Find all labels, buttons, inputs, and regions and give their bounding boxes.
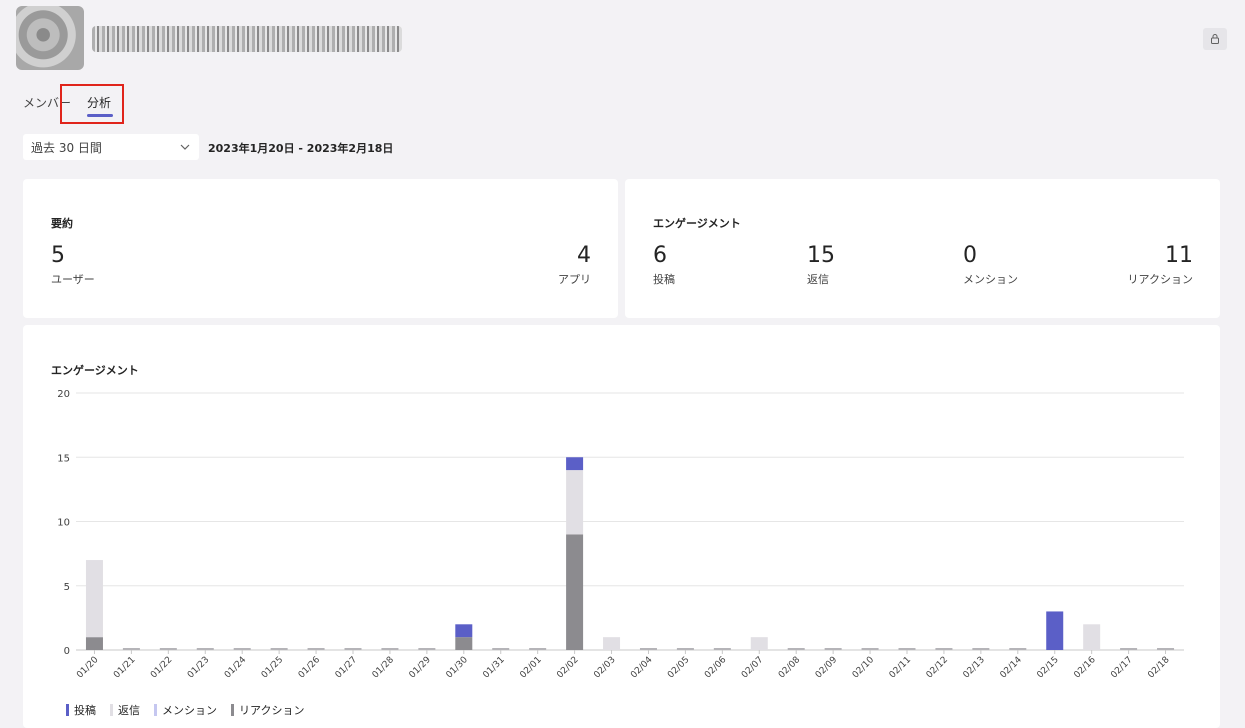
legend-reactions-label: リアクション [239, 704, 305, 717]
engagement-chart: 0 5 10 15 20 01/20 01/21 01/22 01/23 01/24 01/25 01… [57, 389, 1184, 681]
legend-reactions: リアクション [231, 702, 304, 718]
legend-replies: 返信 [110, 702, 140, 718]
legend-mentions: メンション [154, 702, 217, 718]
bar-segment [455, 624, 473, 638]
bar-empty-marker [381, 648, 399, 650]
bar-segment [1046, 611, 1064, 650]
x-tick-label: 02/07 [740, 655, 765, 680]
bar-empty-marker [270, 648, 288, 650]
x-tick-label: 02/14 [999, 655, 1025, 681]
legend-mentions-label: メンション [162, 704, 217, 717]
bar-empty-marker [1120, 648, 1138, 650]
bar-empty-marker [972, 648, 990, 650]
x-tick-label: 02/15 [1035, 655, 1060, 680]
bar-segment [85, 560, 103, 638]
bar-empty-marker [898, 648, 916, 650]
x-tick-label: 01/26 [297, 655, 323, 681]
legend-replies-swatch [110, 704, 113, 716]
x-tick-label: 01/20 [75, 655, 101, 681]
bar-empty-marker [159, 648, 177, 650]
x-tick-label: 01/21 [112, 655, 137, 680]
x-tick-label: 02/12 [925, 655, 950, 680]
bar-empty-marker [122, 648, 140, 650]
bar-segment [566, 534, 584, 650]
legend-posts: 投稿 [66, 702, 96, 718]
y-tick-label: 15 [57, 453, 70, 464]
legend-replies-label: 返信 [118, 704, 140, 717]
x-tick-label: 02/09 [814, 655, 840, 681]
x-tick-label: 02/02 [555, 655, 580, 680]
bar-empty-marker [824, 648, 842, 650]
x-tick-label: 01/31 [481, 655, 506, 680]
bar-segment [566, 470, 584, 535]
legend-reactions-swatch [231, 704, 234, 716]
bar-empty-marker [233, 648, 251, 650]
bar-segment [566, 457, 584, 471]
legend-posts-label: 投稿 [74, 704, 96, 717]
x-tick-label: 02/01 [518, 655, 543, 680]
bar-empty-marker [418, 648, 436, 650]
y-tick-label: 10 [57, 518, 70, 529]
legend-posts-swatch [66, 704, 69, 716]
x-tick-label: 01/25 [260, 655, 285, 680]
bar-empty-marker [1157, 648, 1175, 650]
x-tick-label: 01/29 [408, 655, 434, 681]
x-tick-label: 02/10 [851, 655, 877, 681]
bar-empty-marker [713, 648, 731, 650]
bar-empty-marker [639, 648, 657, 650]
x-tick-label: 01/30 [445, 655, 471, 681]
bar-empty-marker [1009, 648, 1027, 650]
bar-segment [603, 637, 621, 650]
x-tick-label: 01/28 [371, 655, 397, 681]
bar-segment [1083, 624, 1101, 650]
bar-empty-marker [861, 648, 879, 650]
x-tick-label: 02/17 [1109, 655, 1134, 680]
x-tick-label: 02/16 [1072, 655, 1098, 681]
bar-empty-marker [529, 648, 547, 650]
x-tick-label: 02/06 [703, 655, 729, 681]
bar-segment [455, 637, 473, 650]
chart-legend: 投稿 返信 メンション リアクション [66, 702, 304, 718]
x-tick-label: 02/03 [592, 655, 617, 680]
x-tick-label: 02/04 [629, 655, 655, 681]
bar-segment [750, 637, 768, 650]
x-tick-label: 02/11 [888, 655, 913, 680]
bar-empty-marker [676, 648, 694, 650]
x-tick-label: 01/24 [223, 655, 249, 681]
x-tick-label: 02/05 [666, 655, 691, 680]
x-tick-label: 02/13 [962, 655, 987, 680]
bar-empty-marker [787, 648, 805, 650]
bar-empty-marker [344, 648, 362, 650]
x-tick-label: 01/22 [149, 655, 174, 680]
y-tick-label: 0 [64, 646, 70, 657]
bar-empty-marker [196, 648, 214, 650]
y-tick-label: 5 [64, 582, 70, 593]
x-tick-label: 01/27 [334, 655, 359, 680]
bar-segment [85, 637, 103, 650]
bar-empty-marker [935, 648, 953, 650]
bar-empty-marker [307, 648, 325, 650]
x-tick-label: 02/18 [1146, 655, 1172, 681]
bar-empty-marker [492, 648, 510, 650]
x-tick-label: 01/23 [186, 655, 211, 680]
y-tick-label: 20 [57, 389, 70, 400]
legend-mentions-swatch [154, 704, 157, 716]
x-tick-label: 02/08 [777, 655, 803, 681]
